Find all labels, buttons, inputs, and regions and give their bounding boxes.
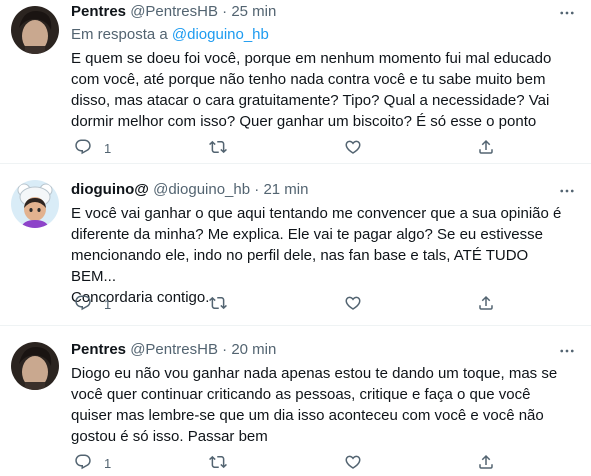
share-button[interactable] <box>477 138 495 158</box>
user-handle[interactable]: @dioguino_hb <box>153 181 250 198</box>
avatar[interactable] <box>11 342 59 390</box>
display-name[interactable]: Pentres <box>71 341 126 358</box>
reply-to-link[interactable]: @dioguino_hb <box>172 26 269 43</box>
user-handle[interactable]: @PentresHB <box>130 3 218 20</box>
like-icon <box>344 453 362 474</box>
action-bar: 1 <box>71 294 511 314</box>
like-button[interactable] <box>344 138 374 158</box>
tweet-text: E quem se doeu foi você, porque em nenhu… <box>71 50 552 130</box>
reply-prefix: Em resposta a <box>71 26 168 43</box>
more-icon[interactable] <box>555 341 579 361</box>
share-button[interactable] <box>477 294 495 314</box>
share-icon <box>477 138 495 159</box>
reply-icon <box>74 294 92 315</box>
separator-dot: · <box>222 3 228 20</box>
like-icon <box>344 294 362 315</box>
display-name[interactable]: dioguino@ <box>71 181 149 198</box>
tweet[interactable]: Pentres @PentresHB · 20 min Diogo eu não… <box>0 326 591 476</box>
user-handle[interactable]: @PentresHB <box>130 341 218 358</box>
reply-count: 1 <box>104 296 112 312</box>
action-bar: 1 <box>71 453 511 473</box>
reply-context: Em resposta a @dioguino_hb <box>71 25 269 45</box>
reply-count: 1 <box>104 140 112 156</box>
avatar[interactable] <box>11 6 59 54</box>
share-button[interactable] <box>477 453 495 473</box>
timestamp[interactable]: 21 min <box>263 181 308 198</box>
separator-dot: · <box>254 181 260 198</box>
action-bar: 1 <box>71 138 511 158</box>
retweet-button[interactable] <box>209 294 239 314</box>
like-icon <box>344 138 362 159</box>
tweet-text: Diogo eu não vou ganhar nada apenas esto… <box>71 365 558 445</box>
reply-button[interactable]: 1 <box>74 294 111 314</box>
tweet[interactable]: Pentres @PentresHB · 25 min Em resposta … <box>0 0 591 163</box>
like-button[interactable] <box>344 453 374 473</box>
like-button[interactable] <box>344 294 374 314</box>
timestamp[interactable]: 20 min <box>231 341 276 358</box>
retweet-icon <box>209 294 227 315</box>
display-name[interactable]: Pentres <box>71 3 126 20</box>
more-icon[interactable] <box>555 3 579 23</box>
reply-icon <box>74 453 92 474</box>
reply-button[interactable]: 1 <box>74 138 111 158</box>
retweet-icon <box>209 453 227 474</box>
share-icon <box>477 294 495 315</box>
retweet-icon <box>209 138 227 159</box>
avatar[interactable] <box>11 180 59 228</box>
share-icon <box>477 453 495 474</box>
separator-dot: · <box>222 341 228 358</box>
more-icon[interactable] <box>555 181 579 201</box>
reply-button[interactable]: 1 <box>74 453 111 473</box>
reply-icon <box>74 138 92 159</box>
retweet-button[interactable] <box>209 453 239 473</box>
tweet[interactable]: dioguino@ @dioguino_hb · 21 min E você v… <box>0 164 591 325</box>
tweet-text: E você vai ganhar o que aqui tentando me… <box>71 205 562 306</box>
reply-count: 1 <box>104 455 112 471</box>
retweet-button[interactable] <box>209 138 239 158</box>
timestamp[interactable]: 25 min <box>231 3 276 20</box>
